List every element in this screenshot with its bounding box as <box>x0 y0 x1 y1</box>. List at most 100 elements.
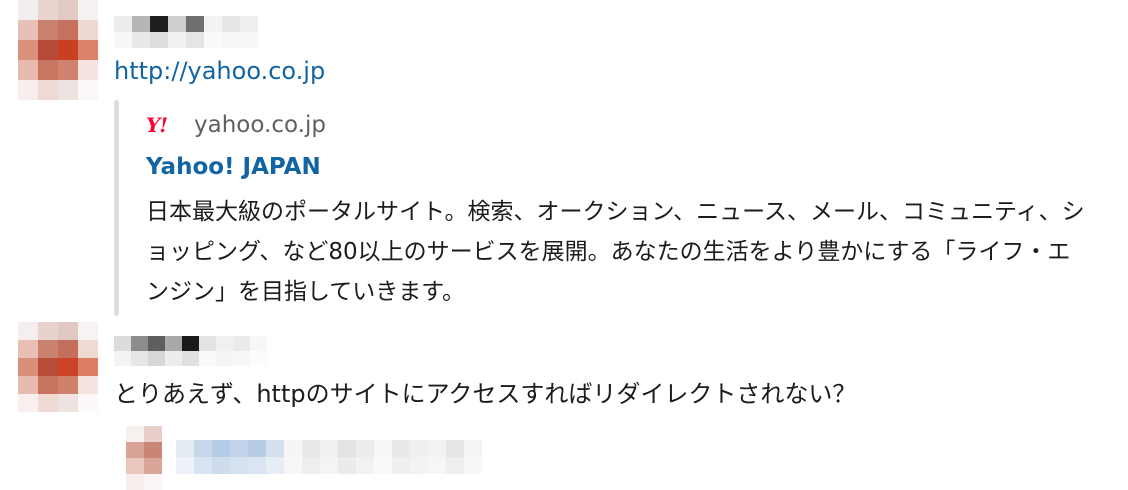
pixel-block <box>194 457 212 474</box>
pixel-block <box>78 358 98 376</box>
pixel-block <box>58 80 78 100</box>
pixel-block <box>248 440 266 457</box>
reply-count-link[interactable] <box>176 440 482 474</box>
pixel-block <box>233 336 250 351</box>
pixel-block <box>144 474 162 490</box>
pixel-block <box>58 376 78 394</box>
pixel-block <box>18 340 38 358</box>
pixel-block <box>38 394 58 412</box>
pixel-block <box>446 457 464 474</box>
pixel-block <box>464 440 482 457</box>
pixel-block <box>126 426 144 442</box>
pixel-block <box>204 32 222 48</box>
pixel-block <box>284 440 302 457</box>
pixel-block <box>338 440 356 457</box>
pixel-block <box>222 16 240 32</box>
yahoo-logo-icon: Y! <box>146 113 168 137</box>
pixel-block <box>126 458 144 474</box>
pixel-block <box>18 20 38 40</box>
message-link[interactable]: http://yahoo.co.jp <box>114 54 325 88</box>
pixel-block <box>78 340 98 358</box>
sender-name[interactable] <box>114 16 276 48</box>
pixel-block <box>78 60 98 80</box>
pixel-block <box>230 440 248 457</box>
pixel-block <box>18 358 38 376</box>
pixel-block <box>150 16 168 32</box>
pixel-block <box>267 336 284 351</box>
pixel-block <box>38 376 58 394</box>
pixel-block <box>374 457 392 474</box>
pixel-block <box>428 457 446 474</box>
pixel-block <box>78 40 98 60</box>
pixel-block <box>18 60 38 80</box>
pixel-block <box>240 16 258 32</box>
pixel-block <box>18 322 38 340</box>
pixel-block <box>216 351 233 366</box>
pixel-block <box>392 457 410 474</box>
unfurl-description: 日本最大級のポータルサイト。検索、オークション、ニュース、メール、コミュニティ、… <box>146 199 1085 305</box>
pixel-block <box>78 394 98 412</box>
pixel-block <box>150 32 168 48</box>
pixel-block <box>356 457 374 474</box>
pixel-block <box>248 457 266 474</box>
pixel-block <box>258 32 276 48</box>
pixel-block <box>267 351 284 366</box>
pixel-block <box>374 440 392 457</box>
pixel-block <box>18 40 38 60</box>
pixel-block <box>114 16 132 32</box>
pixel-block <box>58 394 78 412</box>
pixel-block <box>176 457 194 474</box>
pixel-block <box>320 440 338 457</box>
unfurl-site-name: yahoo.co.jp <box>194 112 326 138</box>
pixel-block <box>78 376 98 394</box>
unfurl-accent-bar <box>114 100 119 316</box>
pixel-block <box>114 32 132 48</box>
pixel-block <box>144 426 162 442</box>
pixel-block <box>212 440 230 457</box>
pixel-block <box>410 440 428 457</box>
pixel-block <box>165 351 182 366</box>
pixel-block <box>338 457 356 474</box>
avatar[interactable] <box>18 322 98 412</box>
pixel-block <box>78 0 98 20</box>
pixel-block <box>38 358 58 376</box>
unfurl-site-row: Y! yahoo.co.jp <box>146 108 326 142</box>
pixel-block <box>38 0 58 20</box>
pixel-block <box>428 440 446 457</box>
sender-name[interactable] <box>114 336 284 366</box>
pixel-block <box>131 351 148 366</box>
pixel-block <box>230 457 248 474</box>
pixel-block <box>356 440 374 457</box>
pixel-block <box>182 351 199 366</box>
pixel-block <box>392 440 410 457</box>
pixel-block <box>176 440 194 457</box>
pixel-block <box>186 32 204 48</box>
pixel-block <box>250 336 267 351</box>
pixel-block <box>78 80 98 100</box>
pixel-block <box>302 457 320 474</box>
pixel-block <box>165 336 182 351</box>
pixel-block <box>168 32 186 48</box>
pixel-block <box>38 322 58 340</box>
reply-avatar[interactable] <box>126 426 162 490</box>
pixel-block <box>38 80 58 100</box>
pixel-block <box>78 20 98 40</box>
pixel-block <box>240 32 258 48</box>
pixel-block <box>58 358 78 376</box>
pixel-block <box>58 0 78 20</box>
pixel-block <box>233 351 250 366</box>
message-text: とりあえず、httpのサイトにアクセスすればリダイレクトされない？ <box>114 380 857 408</box>
pixel-block <box>78 322 98 340</box>
pixel-block <box>132 32 150 48</box>
pixel-block <box>199 351 216 366</box>
pixel-block <box>38 340 58 358</box>
pixel-block <box>38 40 58 60</box>
pixel-block <box>216 336 233 351</box>
pixel-block <box>320 457 338 474</box>
pixel-block <box>446 440 464 457</box>
pixel-block <box>144 442 162 458</box>
avatar[interactable] <box>18 0 98 100</box>
pixel-block <box>132 16 150 32</box>
unfurl-title-link[interactable]: Yahoo! JAPAN <box>146 150 321 184</box>
pixel-block <box>266 457 284 474</box>
